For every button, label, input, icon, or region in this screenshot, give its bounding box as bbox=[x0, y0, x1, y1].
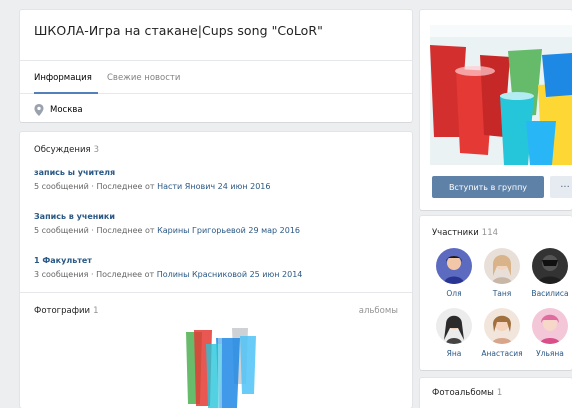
members-header[interactable]: Участники 114 bbox=[432, 228, 498, 238]
member-name[interactable]: Яна bbox=[430, 349, 478, 358]
albums-header[interactable]: Фотоальбомы 1 bbox=[432, 388, 502, 398]
topic-date-link[interactable]: 25 июн 2014 bbox=[250, 270, 303, 279]
map-pin-icon bbox=[34, 104, 44, 116]
photos-count: 1 bbox=[93, 306, 99, 316]
photos-title: Фотографии bbox=[34, 306, 91, 316]
member-name[interactable]: Ульяна bbox=[526, 349, 572, 358]
discussions-count: 3 bbox=[93, 145, 100, 155]
avatar[interactable] bbox=[532, 248, 568, 284]
discussion-topic: 1 Факультет 3 сообщения · Последнее от П… bbox=[34, 256, 302, 279]
discussions-title: Обсуждения bbox=[34, 145, 91, 155]
discussions-header[interactable]: Обсуждения 3 bbox=[34, 145, 99, 155]
members-title: Участники bbox=[432, 228, 479, 238]
avatar[interactable] bbox=[484, 248, 520, 284]
albums-link[interactable]: альбомы bbox=[359, 306, 398, 316]
tab-news[interactable]: Свежие новости bbox=[107, 73, 180, 83]
more-actions-button[interactable]: ··· bbox=[550, 176, 572, 198]
city-name[interactable]: Москва bbox=[50, 105, 83, 115]
tab-information[interactable]: Информация bbox=[34, 73, 92, 83]
group-page: ШКОЛА-Игра на стакане|Cups song "CoLoR" … bbox=[0, 0, 572, 408]
avatar[interactable] bbox=[436, 248, 472, 284]
members-card: Участники 114 Оля Таня Василиса Яна Анас… bbox=[420, 216, 572, 370]
member-name[interactable]: Таня bbox=[478, 289, 526, 298]
member-name[interactable]: Василиса bbox=[526, 289, 572, 298]
topic-meta: 3 сообщения · Последнее от Полины Красни… bbox=[34, 270, 303, 279]
topic-meta: 5 сообщений · Последнее от Насти Янович … bbox=[34, 182, 271, 191]
group-cover-card: Вступить в группу ··· bbox=[420, 10, 572, 210]
topic-title-link[interactable]: 1 Факультет bbox=[34, 256, 302, 265]
topic-date-link[interactable]: 24 июн 2016 bbox=[218, 182, 271, 191]
member-item[interactable]: Яна bbox=[430, 308, 478, 358]
city-row: Москва bbox=[34, 104, 83, 116]
group-tabs: Информация Свежие новости bbox=[20, 60, 412, 94]
join-group-button[interactable]: Вступить в группу bbox=[432, 176, 544, 198]
member-item[interactable]: Оля bbox=[430, 248, 478, 298]
section-divider bbox=[20, 292, 412, 293]
active-tab-indicator bbox=[34, 92, 98, 94]
discussion-topic: Запись в ученики 5 сообщений · Последнее… bbox=[34, 212, 300, 235]
discussions-card: Обсуждения 3 запись ы учителя 5 сообщений… bbox=[20, 132, 412, 408]
photo-thumbnail[interactable] bbox=[172, 324, 266, 408]
albums-count: 1 bbox=[496, 388, 503, 398]
avatar[interactable] bbox=[436, 308, 472, 344]
topic-meta: 5 сообщений · Последнее от Карины Григор… bbox=[34, 226, 300, 235]
group-title: ШКОЛА-Игра на стакане|Cups song "CoLoR" bbox=[34, 23, 323, 38]
member-item[interactable]: Анастасия bbox=[478, 308, 526, 358]
group-cover-photo[interactable] bbox=[430, 25, 572, 165]
topic-author-link[interactable]: Карины Григорьевой bbox=[157, 226, 246, 235]
member-name[interactable]: Анастасия bbox=[478, 349, 526, 358]
avatar[interactable] bbox=[532, 308, 568, 344]
avatar[interactable] bbox=[484, 308, 520, 344]
member-item[interactable]: Таня bbox=[478, 248, 526, 298]
member-item[interactable]: Василиса bbox=[526, 248, 572, 298]
topic-author-link[interactable]: Насти Янович bbox=[157, 182, 215, 191]
group-header-card: ШКОЛА-Игра на стакане|Cups song "CoLoR" … bbox=[20, 10, 412, 122]
topic-title-link[interactable]: Запись в ученики bbox=[34, 212, 300, 221]
discussion-topic: запись ы учителя 5 сообщений · Последнее… bbox=[34, 168, 270, 191]
member-name[interactable]: Оля bbox=[430, 289, 478, 298]
topic-date-link[interactable]: 29 мар 2016 bbox=[248, 226, 300, 235]
members-count: 114 bbox=[481, 228, 499, 238]
albums-title: Фотоальбомы bbox=[432, 388, 494, 398]
albums-card: Фотоальбомы 1 bbox=[420, 378, 572, 408]
topic-title-link[interactable]: запись ы учителя bbox=[34, 168, 270, 177]
topic-author-link[interactable]: Полины Красниковой bbox=[157, 270, 247, 279]
member-item[interactable]: Ульяна bbox=[526, 308, 572, 358]
photos-header[interactable]: Фотографии 1 bbox=[34, 306, 98, 316]
